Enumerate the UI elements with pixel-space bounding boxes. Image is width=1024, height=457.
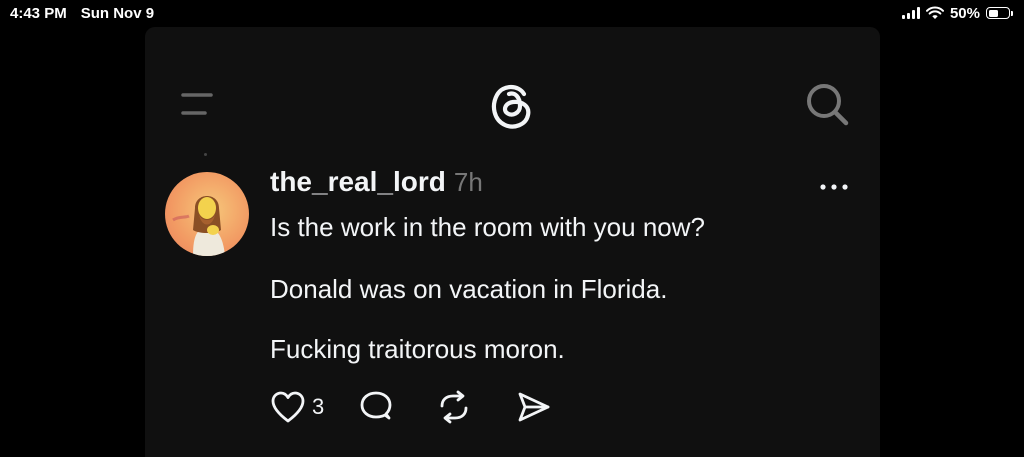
post-time: 7h (453, 167, 483, 197)
status-right: 50% (901, 4, 1013, 22)
status-bar: 4:43 PM Sun Nov 9 50% (0, 0, 1024, 26)
avatar-illustration (172, 196, 225, 256)
username-link[interactable]: the_real_lord (270, 166, 446, 198)
reply-button[interactable] (358, 390, 394, 424)
status-time: 4:43 PM (10, 4, 67, 22)
battery-icon (986, 7, 1013, 19)
post-text-line: Fucking traitorous moron. (270, 334, 565, 364)
like-button[interactable]: 3 (270, 390, 324, 424)
divider-dot (204, 153, 207, 156)
menu-icon[interactable] (180, 89, 214, 119)
threads-panel: the_real_lord 7h Is the work in the room… (145, 27, 880, 457)
threads-logo-icon[interactable] (488, 80, 536, 132)
more-icon[interactable] (818, 182, 850, 192)
battery-percent: 50% (949, 4, 980, 22)
avatar[interactable] (165, 172, 249, 256)
post-text-line: Donald was on vacation in Florida. (270, 274, 668, 304)
search-icon[interactable] (804, 81, 850, 127)
post-header: the_real_lord 7h (270, 166, 483, 198)
battery-level (988, 9, 998, 17)
repost-icon (440, 390, 468, 424)
repost-button[interactable] (436, 390, 472, 424)
like-count: 3 (312, 394, 325, 419)
cellular-signal-icon (901, 7, 920, 19)
comment-icon (360, 391, 392, 420)
top-navigation (145, 27, 880, 177)
heart-icon (271, 391, 305, 423)
status-date: Sun Nov 9 (80, 4, 155, 22)
wifi-icon (925, 6, 944, 19)
status-left: 4:43 PM Sun Nov 9 (10, 5, 154, 22)
post-actions: 3 (270, 390, 552, 424)
post-text-line: Is the work in the room with you now? (270, 212, 705, 242)
send-icon (518, 392, 550, 422)
share-button[interactable] (516, 390, 552, 424)
